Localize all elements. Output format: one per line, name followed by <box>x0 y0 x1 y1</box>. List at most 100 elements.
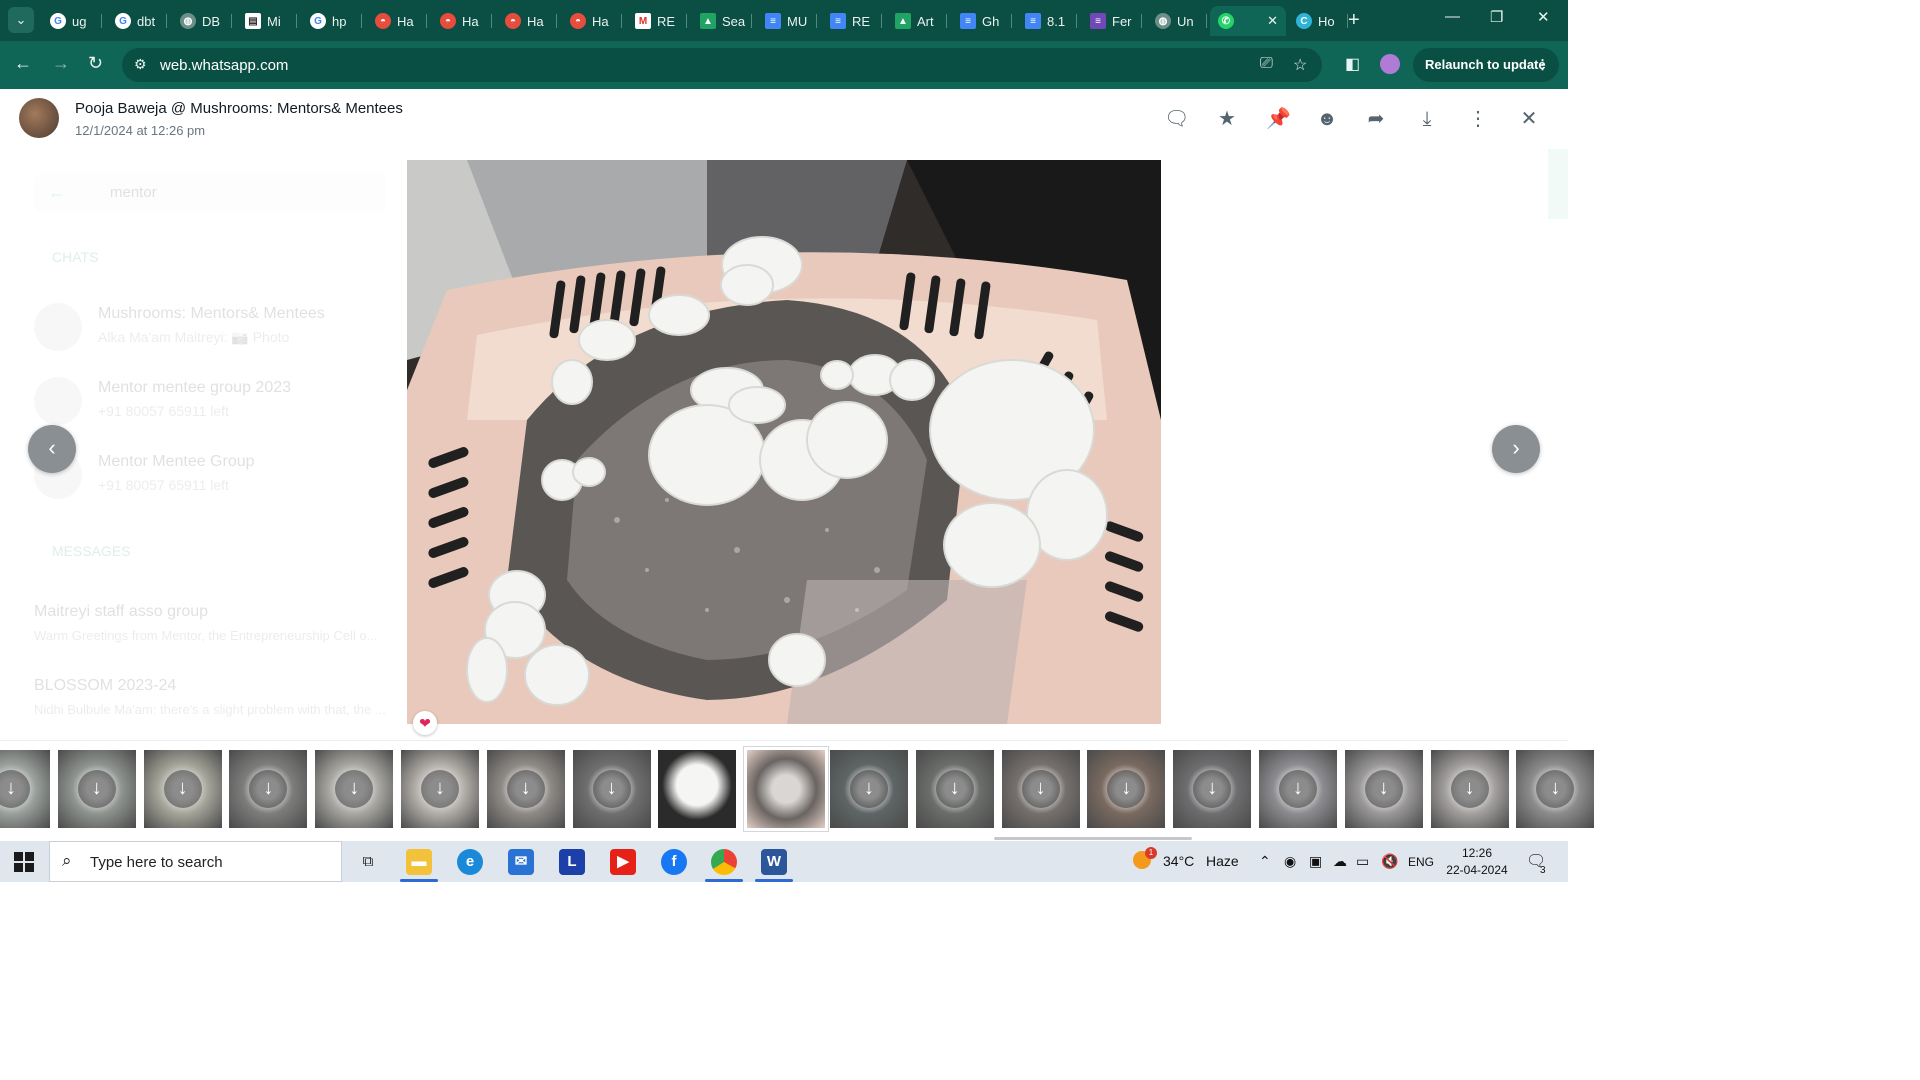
thumbnail[interactable]: ↓ <box>830 750 908 828</box>
close-icon[interactable]: ✕ <box>1517 107 1541 131</box>
reload-button[interactable]: ↻ <box>88 53 103 74</box>
browser-tab[interactable]: ≡ RE <box>822 6 882 36</box>
thumbnail[interactable]: ↓ <box>143 750 222 828</box>
back-button[interactable]: ← <box>14 53 32 74</box>
thumbnail[interactable]: ↓ <box>1087 750 1166 828</box>
weather-temperature[interactable]: 34°C <box>1163 853 1194 869</box>
download-icon[interactable]: ↓ <box>1193 770 1232 808</box>
previous-media-button[interactable]: ‹ <box>28 425 76 473</box>
browser-tab[interactable]: ◓ Ha <box>497 6 557 36</box>
download-icon[interactable]: ↓ <box>77 770 116 808</box>
browser-tab[interactable]: ◓ Ha <box>367 6 427 36</box>
thumbnail[interactable]: ↓ <box>229 750 308 828</box>
sender-avatar[interactable] <box>19 98 59 138</box>
download-icon[interactable]: ↓ <box>1021 770 1060 808</box>
browser-tab[interactable]: ≡ Gh <box>952 6 1012 36</box>
browser-tab[interactable]: ▤ Mi <box>237 6 297 36</box>
emoji-icon[interactable]: ☻ <box>1315 107 1339 131</box>
thumbnail[interactable]: ↓ <box>572 750 651 828</box>
heart-reaction-icon[interactable]: ❤ <box>413 711 437 735</box>
l-app-icon[interactable]: L <box>559 849 585 875</box>
side-panel-icon[interactable]: ◧ <box>1345 54 1360 74</box>
browser-tab[interactable]: Gug <box>42 6 102 36</box>
thumbnail[interactable]: ↓ <box>315 750 394 828</box>
browser-tab[interactable]: ▲ Sea <box>692 6 752 36</box>
facebook-icon[interactable]: f <box>661 849 687 875</box>
thumbnail[interactable]: ↓ <box>0 750 50 828</box>
weather-description[interactable]: Haze <box>1206 853 1239 869</box>
media-photo[interactable] <box>407 160 1161 724</box>
browser-tab[interactable]: ≡ 8.1 <box>1017 6 1077 36</box>
task-view-icon[interactable]: ⧉ <box>355 849 381 875</box>
record-icon[interactable]: ◉ <box>1284 853 1296 870</box>
browser-tab[interactable]: ✆ ✕ <box>1210 6 1286 36</box>
tab-search-button[interactable]: ⌄ <box>8 7 34 33</box>
close-window-button[interactable]: ✕ <box>1537 8 1550 26</box>
download-icon[interactable]: ↓ <box>850 770 888 808</box>
download-icon[interactable]: ↓ <box>163 770 202 808</box>
language-indicator[interactable]: ENG <box>1408 855 1434 869</box>
thumbnail[interactable]: ↓ <box>1430 750 1509 828</box>
thumbnail-scrollbar[interactable] <box>994 837 1192 840</box>
download-icon[interactable]: ↓ <box>592 770 631 808</box>
download-icon[interactable]: ↓ <box>1279 770 1317 808</box>
browser-tab[interactable]: ◍ Un <box>1147 6 1207 36</box>
close-tab-icon[interactable]: ✕ <box>1267 13 1278 29</box>
forward-button[interactable]: → <box>52 53 70 74</box>
site-info-icon[interactable]: ⚙ <box>134 56 147 73</box>
thumbnail[interactable] <box>658 750 737 828</box>
browser-tab[interactable]: C Ho <box>1288 6 1348 36</box>
install-app-icon[interactable]: ⎚ <box>1260 55 1273 73</box>
onedrive-cloud-icon[interactable]: ☁ <box>1333 853 1347 870</box>
download-icon[interactable]: ↓ <box>1450 770 1489 808</box>
word-icon[interactable]: W <box>755 849 793 882</box>
browser-tab[interactable]: ≡ Fer <box>1082 6 1142 36</box>
thumbnail[interactable]: ↓ <box>486 750 565 828</box>
profile-avatar[interactable] <box>1380 54 1400 74</box>
restore-button[interactable]: ❐ <box>1490 8 1503 26</box>
browser-tab[interactable]: M RE <box>627 6 687 36</box>
download-icon[interactable]: ↓ <box>506 770 545 808</box>
bookmark-star-icon[interactable]: ☆ <box>1293 55 1307 75</box>
browser-tab[interactable]: ≡ MU <box>757 6 817 36</box>
minimize-button[interactable]: — <box>1445 8 1460 25</box>
browser-tab[interactable]: ▲ Art <box>887 6 947 36</box>
download-icon[interactable]: ↓ <box>935 770 974 808</box>
thumbnail[interactable]: ↓ <box>1259 750 1337 828</box>
battery-icon[interactable]: ▭ <box>1356 853 1369 870</box>
youtube-icon[interactable]: ▶ <box>610 849 636 875</box>
browser-tab[interactable]: Gdbt <box>107 6 167 36</box>
star-icon[interactable]: ★ <box>1215 107 1239 131</box>
mail-icon[interactable]: ✉ <box>508 849 534 875</box>
download-icon[interactable]: ↓ <box>335 770 374 808</box>
file-explorer-icon[interactable]: ▬ <box>400 849 438 882</box>
thumbnail[interactable]: ↓ <box>1173 750 1252 828</box>
browser-tab[interactable]: ◓ Ha <box>562 6 622 36</box>
windows-start-button[interactable] <box>14 852 34 872</box>
thumbnail-selected[interactable] <box>744 747 829 831</box>
chevron-up-icon[interactable]: ⌃ <box>1259 853 1271 870</box>
new-tab-button[interactable]: + <box>1348 8 1360 32</box>
taskbar-search-box[interactable]: ⌕ Type here to search <box>49 841 342 882</box>
browser-tab[interactable]: ◓ Ha <box>432 6 492 36</box>
browser-tab[interactable]: ◍ DB <box>172 6 232 36</box>
thumbnail[interactable]: ↓ <box>915 750 994 828</box>
thumbnail[interactable]: ↓ <box>1344 750 1423 828</box>
pin-icon[interactable]: 📌 <box>1266 107 1291 131</box>
download-icon[interactable]: ↓ <box>421 770 459 808</box>
system-clock[interactable]: 12:26 22-04-2024 <box>1446 845 1508 879</box>
browser-tab[interactable]: Ghp <box>302 6 362 36</box>
meet-icon[interactable]: ▣ <box>1309 853 1322 870</box>
speaker-muted-icon[interactable]: 🔇 <box>1381 853 1398 870</box>
thumbnail[interactable]: ↓ <box>1001 750 1080 828</box>
download-icon[interactable]: ⤓ <box>1415 107 1439 131</box>
more-icon[interactable]: ⋮ <box>1466 107 1490 131</box>
next-media-button[interactable]: › <box>1492 425 1540 473</box>
thumbnail[interactable]: ↓ <box>57 750 136 828</box>
edge-icon[interactable]: e <box>457 849 483 875</box>
forward-icon[interactable]: ➦ <box>1364 107 1388 131</box>
relaunch-button[interactable]: Relaunch to update ⋮ <box>1413 48 1559 82</box>
address-bar[interactable]: ⚙ web.whatsapp.com ⎚ ☆ <box>122 48 1322 82</box>
thumbnail[interactable]: ↓ <box>401 750 479 828</box>
message-icon[interactable]: 🗨 <box>1164 107 1189 131</box>
